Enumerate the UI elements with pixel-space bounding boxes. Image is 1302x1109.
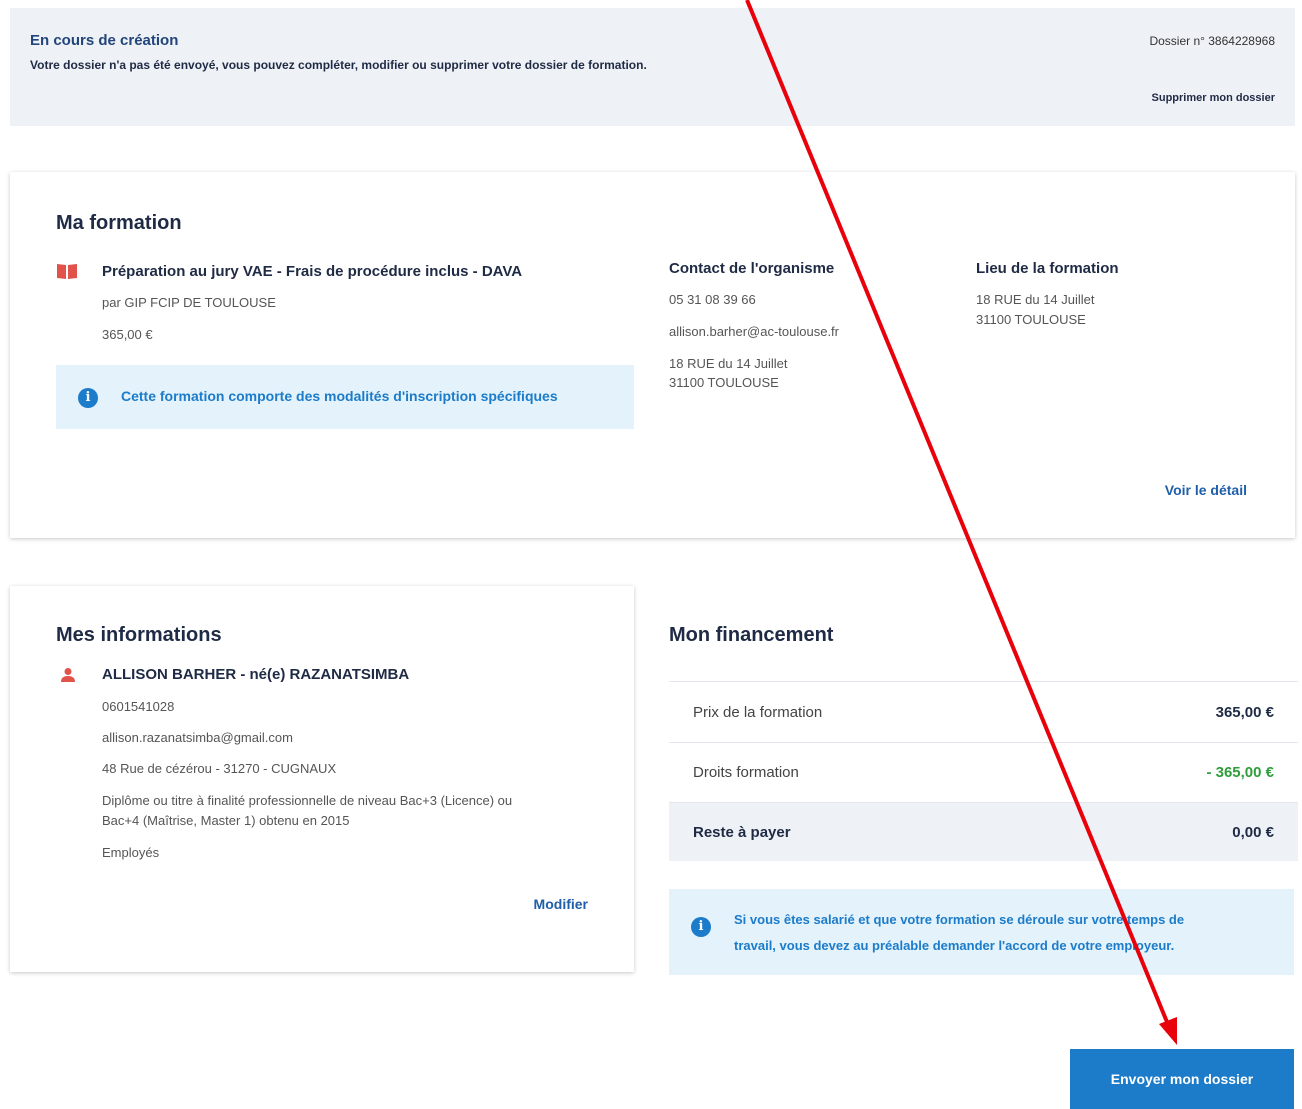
view-detail-link[interactable]: Voir le détail [1165, 482, 1247, 498]
user-diploma-line2: Bac+4 (Maîtrise, Master 1) obtenu en 201… [102, 813, 350, 828]
status-banner: En cours de création Votre dossier n'a p… [10, 8, 1295, 126]
location-address-line2: 31100 TOULOUSE [976, 312, 1086, 327]
location-address-line1: 18 RUE du 14 Juillet [976, 292, 1095, 307]
employer-notice-line1: Si vous êtes salarié et que votre format… [734, 912, 1185, 927]
formation-provider: par GIP FCIP DE TOULOUSE [102, 295, 276, 310]
location-heading: Lieu de la formation [976, 260, 1119, 277]
contact-heading: Contact de l'organisme [669, 260, 835, 277]
fin-label: Droits formation [693, 764, 799, 781]
formation-title: Préparation au jury VAE - Frais de procé… [102, 263, 523, 280]
employer-notice: i Si vous êtes salarié et que votre form… [669, 889, 1294, 975]
user-diploma-line1: Diplôme ou titre à finalité professionne… [102, 793, 513, 808]
user-name: ALLISON BARHER - né(e) RAZANATSIMBA [102, 666, 410, 683]
formation-section-title: Ma formation [56, 212, 182, 234]
info-icon: i [78, 388, 98, 408]
formation-price: 365,00 € [102, 327, 153, 342]
contact-address-line2: 31100 TOULOUSE [669, 375, 779, 390]
fin-value: 0,00 € [1232, 823, 1274, 841]
user-icon [61, 668, 75, 682]
send-dossier-button[interactable]: Envoyer mon dossier [1070, 1049, 1294, 1109]
formation-notice-text: Cette formation comporte des modalités d… [121, 388, 558, 404]
fin-row-price: Prix de la formation 365,00 € [669, 681, 1298, 743]
delete-dossier-link[interactable]: Supprimer mon dossier [1152, 92, 1275, 104]
contact-address-line1: 18 RUE du 14 Juillet [669, 356, 788, 371]
fin-row-rights: Droits formation - 365,00 € [669, 743, 1298, 803]
employer-notice-line2: travail, vous devez au préalable demande… [734, 938, 1175, 953]
annotation-arrow-head [1159, 1017, 1177, 1045]
info-icon: i [691, 917, 711, 937]
status-title: En cours de création [30, 32, 179, 49]
formation-notice: i Cette formation comporte des modalités… [56, 365, 634, 429]
formation-card: Ma formation Préparation au jury VAE - F… [10, 172, 1295, 538]
contact-email: allison.barher@ac-toulouse.fr [669, 324, 840, 339]
dossier-number: Dossier n° 3864228968 [1149, 34, 1275, 48]
book-icon [57, 264, 77, 279]
fin-label: Reste à payer [693, 823, 791, 841]
user-status: Employés [102, 845, 160, 860]
user-address: 48 Rue de cézérou - 31270 - CUGNAUX [102, 761, 337, 776]
fin-value-credit: - 365,00 € [1206, 764, 1274, 781]
edit-info-link[interactable]: Modifier [534, 896, 588, 912]
status-description: Votre dossier n'a pas été envoyé, vous p… [30, 58, 647, 72]
fin-value: 365,00 € [1215, 703, 1274, 721]
infos-section-title: Mes informations [56, 624, 222, 646]
user-email: allison.razanatsimba@gmail.com [102, 730, 293, 745]
fin-row-remaining: Reste à payer 0,00 € [669, 803, 1298, 861]
fin-label: Prix de la formation [693, 703, 823, 721]
contact-phone: 05 31 08 39 66 [669, 292, 756, 307]
user-phone: 0601541028 [102, 699, 175, 714]
personal-info-card: Mes informations ALLISON BARHER - né(e) … [10, 586, 634, 972]
financement-section-title: Mon financement [669, 624, 834, 646]
